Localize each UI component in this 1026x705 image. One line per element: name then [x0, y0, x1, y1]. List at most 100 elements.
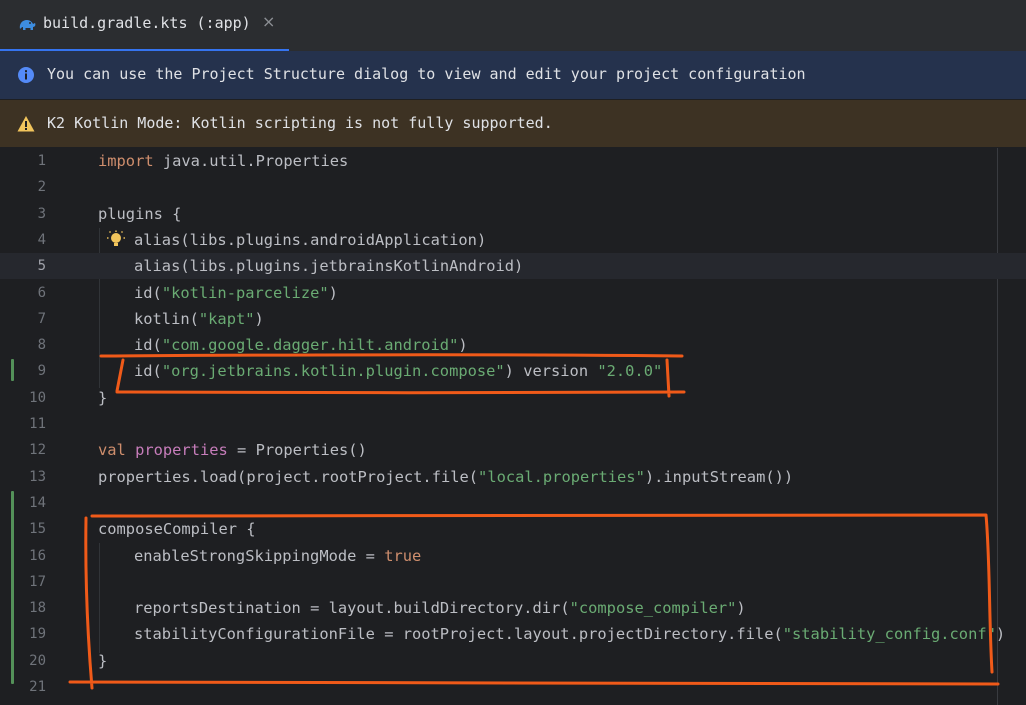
code-token: {	[162, 204, 182, 223]
code-text[interactable]: kotlin("kapt")	[134, 306, 264, 332]
code-token: rootProject	[402, 625, 505, 644]
code-token: .	[654, 467, 664, 486]
code-line[interactable]: 7 kotlin("kapt")	[0, 306, 1026, 332]
code-text[interactable]: val properties = Properties()	[98, 437, 367, 463]
code-token: "kotlin-parcelize"	[161, 283, 329, 302]
line-number[interactable]: 9	[0, 358, 46, 384]
code-token: inputStream	[663, 467, 766, 486]
code-token: (	[189, 309, 199, 328]
line-number[interactable]: 7	[0, 306, 46, 332]
code-token: (	[180, 230, 190, 249]
code-line[interactable]: 8 id("com.google.dagger.hilt.android")	[0, 332, 1026, 358]
line-number[interactable]: 5	[0, 253, 46, 279]
code-token: .	[190, 467, 200, 486]
line-number[interactable]: 17	[0, 569, 46, 595]
line-number[interactable]: 3	[0, 201, 46, 227]
line-number[interactable]: 8	[0, 332, 46, 358]
code-text[interactable]: id("kotlin-parcelize")	[134, 280, 338, 306]
code-line[interactable]: 18 reportsDestination = layout.buildDirec…	[0, 595, 1026, 621]
code-token: =	[374, 625, 403, 644]
line-number[interactable]: 12	[0, 437, 46, 463]
line-number[interactable]: 20	[0, 648, 46, 674]
code-text[interactable]: composeCompiler {	[98, 516, 256, 542]
code-token: "kapt"	[198, 309, 255, 328]
code-text[interactable]: id("com.google.dagger.hilt.android")	[134, 332, 468, 358]
line-number[interactable]: 2	[0, 174, 46, 200]
code-line[interactable]: 1 import java.util.Properties	[0, 148, 1026, 174]
code-line[interactable]: 11	[0, 411, 1026, 437]
line-number[interactable]: 6	[0, 280, 46, 306]
code-token: .	[226, 230, 236, 249]
code-token: plugins	[98, 204, 163, 223]
code-line[interactable]: 15 composeCompiler {	[0, 516, 1026, 542]
code-token: reportsDestination	[134, 599, 301, 618]
code-line[interactable]: 19 stabilityConfigurationFile = rootProje…	[0, 621, 1026, 647]
warning-banner: K2 Kotlin Mode: Kotlin scripting is not …	[0, 100, 1026, 148]
line-number[interactable]: 1	[0, 148, 46, 174]
code-text[interactable]: import java.util.Properties	[98, 148, 348, 174]
code-text[interactable]: id("org.jetbrains.kotlin.plugin.compose"…	[134, 358, 662, 384]
code-line[interactable]: 4 alias(libs.plugins.androidApplication)	[0, 227, 1026, 253]
code-token: (	[152, 336, 162, 355]
code-text[interactable]: stabilityConfigurationFile = rootProject…	[134, 621, 1005, 647]
code-token: jetbrainsKotlinAndroid	[310, 257, 514, 276]
code-token: (	[468, 467, 479, 486]
code-token: id	[134, 362, 153, 381]
code-line[interactable]: 13 properties.load(project.rootProject.fi…	[0, 464, 1026, 490]
code-token: libs	[189, 230, 227, 249]
code-token: id	[134, 283, 153, 302]
line-number[interactable]: 4	[0, 227, 46, 253]
code-token: }	[98, 651, 108, 670]
code-line[interactable]: 14	[0, 490, 1026, 516]
code-line[interactable]: 10}	[0, 385, 1026, 411]
code-text[interactable]: alias(libs.plugins.jetbrainsKotlinAndroi…	[134, 253, 523, 279]
close-icon[interactable]: ×	[262, 12, 275, 31]
code-token: stabilityConfigurationFile	[134, 625, 375, 644]
code-token: {	[237, 520, 256, 539]
gradle-elephant-icon	[19, 20, 36, 30]
code-token: import	[98, 152, 154, 170]
code-token: ()	[348, 441, 367, 460]
code-text[interactable]: alias(libs.plugins.androidApplication)	[134, 227, 486, 253]
line-number[interactable]: 13	[0, 464, 46, 490]
code-line[interactable]: 3 plugins {	[0, 201, 1026, 227]
info-banner: You can use the Project Structure dialog…	[0, 51, 1026, 100]
line-number[interactable]: 10	[0, 385, 46, 411]
line-number[interactable]: 21	[0, 674, 46, 700]
code-line[interactable]: 21	[0, 674, 1026, 700]
code-text[interactable]: }	[98, 648, 107, 674]
code-token: .	[246, 152, 256, 170]
line-number[interactable]: 19	[0, 621, 46, 647]
code-text[interactable]: }	[98, 385, 107, 411]
code-line[interactable]: 6 id("kotlin-parcelize")	[0, 280, 1026, 306]
code-line[interactable]: 12 val properties = Properties()	[0, 437, 1026, 463]
code-line[interactable]: 2	[0, 174, 1026, 200]
code-token: properties	[98, 467, 191, 486]
code-line[interactable]: 17	[0, 569, 1026, 595]
code-token: .	[226, 257, 236, 276]
line-number[interactable]: 18	[0, 595, 46, 621]
line-number[interactable]: 14	[0, 490, 46, 516]
line-number[interactable]: 16	[0, 543, 46, 569]
code-token: layout	[328, 599, 385, 618]
code-text[interactable]: properties.load(project.rootProject.file…	[98, 464, 793, 490]
line-number[interactable]: 15	[0, 516, 46, 542]
code-text[interactable]: reportsDestination = layout.buildDirecto…	[134, 595, 746, 621]
code-token: version	[513, 362, 598, 381]
code-text[interactable]: enableStrongSkippingMode = true	[134, 543, 421, 569]
code-token: =	[356, 546, 385, 565]
code-editor[interactable]: 1 import java.util.Properties 2 3 plugins {4…	[0, 148, 1026, 705]
code-line[interactable]: 9 id("org.jetbrains.kotlin.plugin.compose…	[0, 358, 1026, 384]
code-token: Properties	[255, 441, 349, 460]
info-icon	[18, 67, 34, 83]
code-token: .	[504, 625, 514, 644]
lightbulb-icon[interactable]	[106, 230, 126, 250]
code-text[interactable]: plugins {	[98, 201, 181, 227]
code-token: )	[254, 309, 264, 328]
tab-build-gradle-kts[interactable]: build.gradle.kts (:app) ×	[0, 0, 289, 51]
code-line[interactable]: 5 alias(libs.plugins.jetbrainsKotlinAndro…	[0, 253, 1026, 280]
line-number[interactable]: 11	[0, 411, 46, 437]
code-token: kotlin	[134, 309, 190, 328]
code-line[interactable]: 20}	[0, 648, 1026, 674]
code-line[interactable]: 16 enableStrongSkippingMode = true	[0, 543, 1026, 569]
